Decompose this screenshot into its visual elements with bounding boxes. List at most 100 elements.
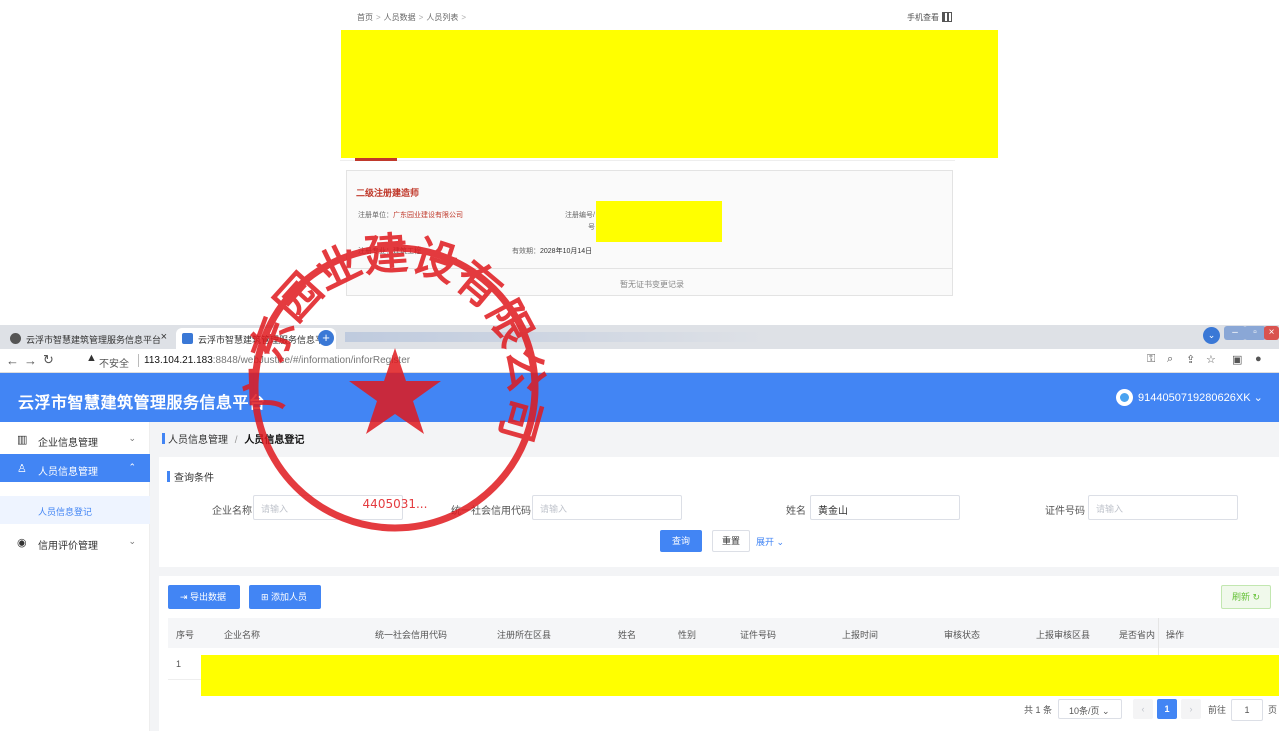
valid-value: 2028年10月14日 bbox=[540, 248, 593, 255]
prev-page-button[interactable]: ‹ bbox=[1133, 699, 1153, 719]
profile-icon[interactable]: ● bbox=[1255, 353, 1262, 365]
search-button[interactable]: 查询 bbox=[660, 530, 702, 552]
user-id-text: 9144050719280626XK bbox=[1138, 392, 1251, 404]
breadcrumb-separator: / bbox=[234, 435, 238, 446]
avatar[interactable] bbox=[1116, 389, 1133, 406]
back-arrow-icon[interactable]: ← bbox=[6, 353, 19, 368]
sidebar-item-label: 信用评价管理 bbox=[38, 541, 98, 552]
bookmark-star-icon[interactable]: ☆ bbox=[1206, 353, 1216, 366]
close-icon[interactable]: × bbox=[161, 331, 167, 343]
forward-arrow-icon[interactable]: → bbox=[24, 353, 37, 368]
table-cell-index: 1 bbox=[176, 659, 182, 669]
sidebar-item-label: 人员信息登记 bbox=[38, 507, 93, 517]
column-header: 证件号码 bbox=[740, 630, 777, 640]
goto-label: 前往 bbox=[1208, 705, 1227, 715]
valid-label: 有效期： bbox=[512, 248, 540, 255]
goto-suffix: 页 bbox=[1268, 705, 1278, 715]
browser-tab-2-label: 云浮市智慧建筑管理服务信息平台 bbox=[198, 335, 334, 345]
reg-unit-row: 注册单位：广东园业建设有限公司 bbox=[358, 210, 463, 220]
redaction-block-row bbox=[201, 655, 1279, 696]
new-tab-button[interactable]: + bbox=[318, 330, 334, 346]
breadcrumb-parent[interactable]: 人员信息管理 bbox=[168, 435, 228, 446]
browser-tab-1[interactable]: 云浮市智慧建筑管理服务信息平台 × bbox=[4, 328, 172, 349]
globe-icon bbox=[10, 333, 21, 344]
page-size-select[interactable]: 10条/页 ⌄ bbox=[1058, 699, 1122, 719]
user-icon: ♙ bbox=[17, 463, 27, 475]
refresh-icon: ↻ bbox=[1252, 592, 1261, 602]
column-header: 操作 bbox=[1166, 630, 1185, 640]
certificate-footer-divider bbox=[346, 268, 953, 269]
breadcrumb-current: 人员信息登记 bbox=[244, 435, 305, 446]
reg-no-label-2: 号 bbox=[588, 224, 595, 231]
reg-no-label: 注册编号/ bbox=[565, 212, 595, 219]
top-breadcrumb-home[interactable]: 首页 bbox=[357, 13, 373, 22]
url-input[interactable]: 113.104.21.183:8848/webJustice/#/informa… bbox=[144, 355, 410, 366]
sidebar-item-personnel[interactable]: ♙ 人员信息管理 ⌃ bbox=[0, 454, 150, 482]
shield-icon: ◉ bbox=[17, 537, 27, 549]
maximize-button[interactable]: ▫ bbox=[1244, 326, 1266, 340]
name-input[interactable]: 黄金山 bbox=[810, 495, 960, 520]
top-breadcrumb: 首页 > 人员数据 > 人员列表 > bbox=[357, 13, 467, 22]
specialty-label: 注册专业： bbox=[358, 248, 393, 255]
share-icon[interactable]: ⇪ bbox=[1186, 353, 1195, 366]
column-header: 上报审核区县 bbox=[1036, 630, 1091, 640]
no-change-record-text: 暂无证书变更记录 bbox=[620, 280, 684, 289]
page-number-button[interactable]: 1 bbox=[1157, 699, 1177, 719]
site-favicon-icon bbox=[182, 333, 193, 344]
reload-icon[interactable]: ↻ bbox=[43, 352, 54, 368]
redaction-block-header bbox=[341, 30, 998, 158]
key-icon[interactable]: ⚿ bbox=[1147, 353, 1155, 366]
insecure-label[interactable]: 不安全 bbox=[99, 355, 129, 370]
add-person-button[interactable]: ⊞ 添加人员 bbox=[249, 585, 321, 609]
close-window-button[interactable]: × bbox=[1264, 326, 1279, 340]
browser-tab-1-label: 云浮市智慧建筑管理服务信息平台 bbox=[26, 335, 162, 345]
mobile-view-label: 手机查看 bbox=[907, 13, 939, 22]
tab-bar-background-blur bbox=[345, 332, 765, 342]
certificate-document: 首页 > 人员数据 > 人员列表 > 手机查看 二级注册建造师 注册单位：广东园业建设有限… bbox=[0, 0, 1279, 322]
specialty-value: 建筑工程 bbox=[393, 248, 421, 255]
sidebar-item-enterprise[interactable]: ▥ 企业信息管理 ⌄ bbox=[0, 425, 150, 453]
company-input[interactable]: 请输入 bbox=[253, 495, 403, 520]
sidebar-item-label: 人员信息管理 bbox=[38, 467, 98, 478]
app-title: 云浮市智慧建筑管理服务信息平台 bbox=[18, 395, 266, 412]
column-header: 姓名 bbox=[618, 630, 637, 640]
top-breadcrumb-personnel[interactable]: 人员数据 bbox=[384, 13, 416, 22]
id-number-input[interactable]: 请输入 bbox=[1088, 495, 1238, 520]
mobile-view-link[interactable]: 手机查看 bbox=[907, 12, 952, 23]
sidebar-item-credit[interactable]: ◉ 信用评价管理 ⌄ bbox=[0, 528, 150, 556]
active-tab-underline bbox=[355, 158, 397, 161]
warning-icon[interactable]: ▲ bbox=[86, 352, 97, 364]
column-header: 序号 bbox=[176, 630, 195, 640]
column-header: 是否省内 bbox=[1119, 630, 1156, 640]
redaction-block-regno bbox=[596, 201, 722, 242]
add-person-button-label: 添加人员 bbox=[271, 592, 308, 602]
sidepanel-icon[interactable]: ▣ bbox=[1232, 353, 1242, 366]
export-button[interactable]: ⇥ 导出数据 bbox=[168, 585, 240, 609]
user-id-menu[interactable]: 9144050719280626XK ⌄ bbox=[1138, 391, 1263, 404]
refresh-button[interactable]: 刷新 ↻ bbox=[1221, 585, 1271, 609]
sidebar-item-personnel-register[interactable]: 人员信息登记 bbox=[0, 496, 150, 524]
goto-page-input[interactable]: 1 bbox=[1231, 699, 1263, 721]
specialty-row: 注册专业：建筑工程 bbox=[358, 246, 421, 256]
browser-tab-2[interactable]: 云浮市智慧建筑管理服务信息平台 × bbox=[176, 328, 336, 349]
credit-code-input[interactable]: 请输入 bbox=[532, 495, 682, 520]
expand-link[interactable]: 展开 ⌄ bbox=[756, 535, 784, 548]
company-label: 企业名称 bbox=[212, 506, 252, 517]
minimize-button[interactable]: – bbox=[1224, 326, 1246, 340]
query-title-text: 查询条件 bbox=[174, 473, 214, 484]
table-header bbox=[168, 618, 1279, 648]
page-size-value: 10条/页 bbox=[1069, 706, 1100, 716]
building-icon: ▥ bbox=[17, 434, 28, 446]
export-button-label: 导出数据 bbox=[190, 592, 227, 602]
column-header: 企业名称 bbox=[224, 630, 261, 640]
reg-unit-value: 广东园业建设有限公司 bbox=[393, 212, 463, 219]
tab-divider bbox=[340, 160, 955, 161]
next-page-button[interactable]: › bbox=[1181, 699, 1201, 719]
valid-row: 有效期：2028年10月14日 bbox=[512, 246, 592, 256]
name-label: 姓名 bbox=[786, 506, 806, 517]
top-breadcrumb-list[interactable]: 人员列表 bbox=[426, 13, 458, 22]
qr-code-icon bbox=[942, 12, 952, 22]
refresh-button-label: 刷新 bbox=[1232, 592, 1251, 602]
zoom-icon[interactable]: ⌕ bbox=[1167, 353, 1173, 366]
reset-button[interactable]: 重置 bbox=[712, 530, 750, 552]
